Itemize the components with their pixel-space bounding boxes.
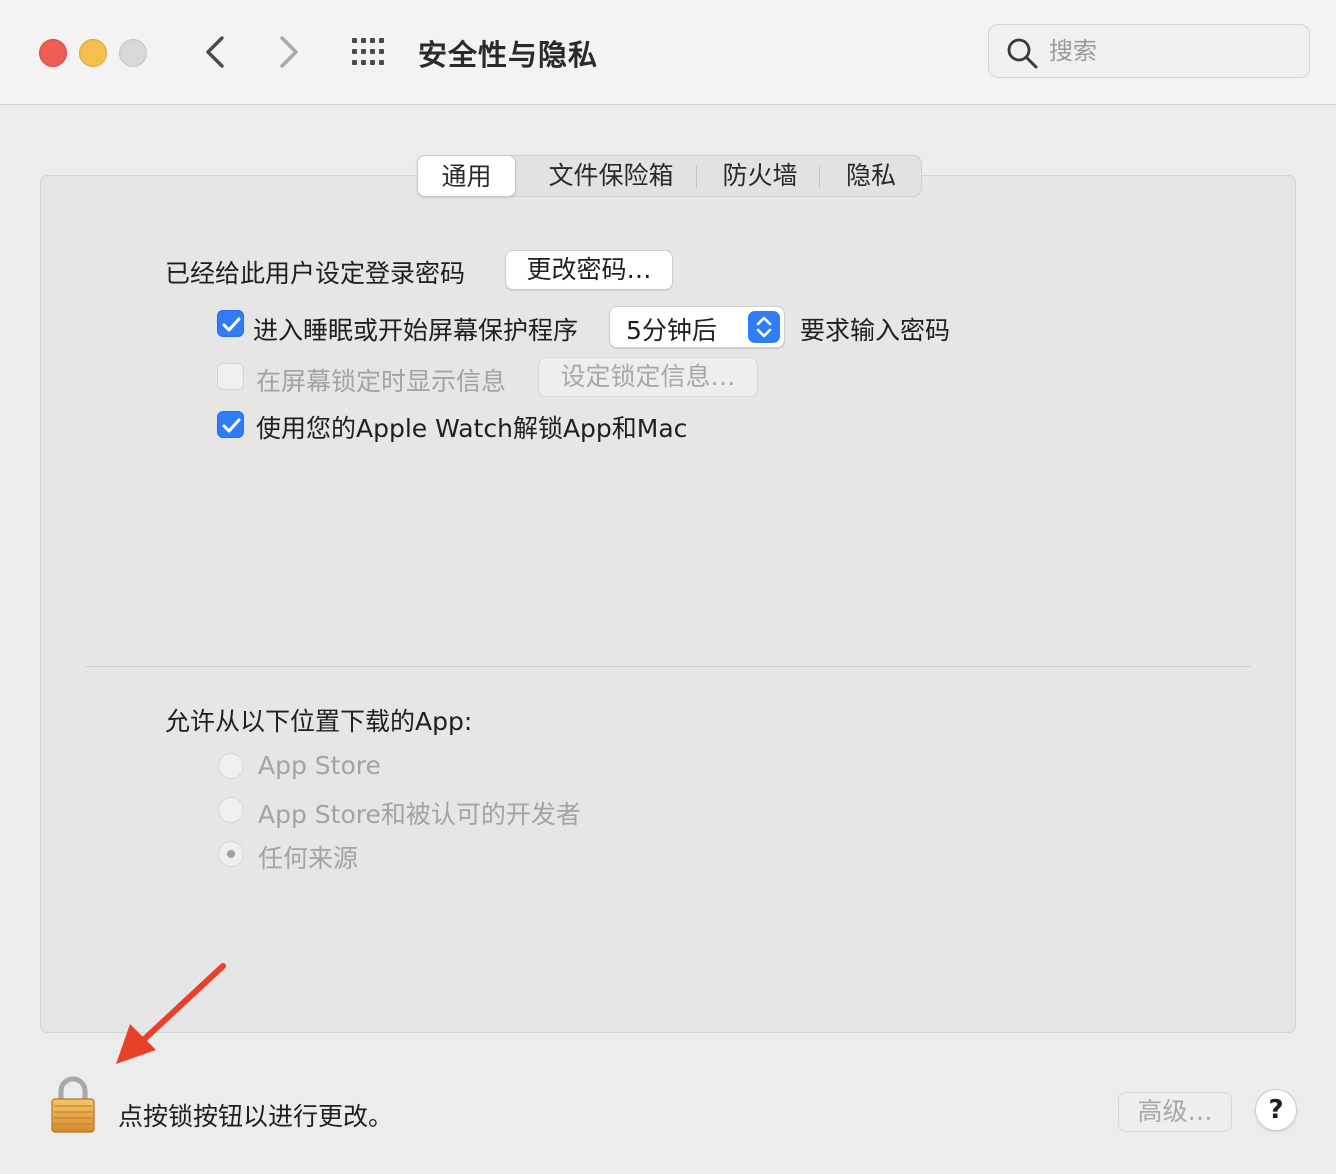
set-lock-message-button[interactable]: 设定锁定信息… — [538, 357, 758, 397]
advanced-button[interactable]: 高级… — [1118, 1092, 1232, 1132]
tab-separator — [819, 166, 820, 188]
section-divider — [86, 666, 1251, 667]
password-set-label: 已经给此用户设定登录密码 — [165, 259, 466, 288]
show-message-checkbox[interactable] — [217, 363, 244, 390]
help-button[interactable]: ? — [1255, 1089, 1297, 1131]
change-password-button[interactable]: 更改密码… — [505, 250, 673, 290]
tab-general[interactable]: 通用 — [417, 155, 516, 197]
window-title: 安全性与隐私 — [418, 38, 599, 72]
show-message-label: 在屏幕锁定时显示信息 — [256, 367, 507, 396]
chevron-right-icon — [280, 36, 298, 68]
checkmark-icon — [222, 418, 241, 433]
require-password-checkbox[interactable] — [217, 310, 244, 337]
lock-hint-text: 点按锁按钮以进行更改。 — [118, 1102, 394, 1131]
tab-firewall[interactable]: 防火墙 — [704, 156, 816, 196]
zoom-window-button[interactable] — [119, 39, 147, 67]
lock-icon[interactable] — [48, 1076, 98, 1134]
settings-panel — [40, 175, 1296, 1033]
checkmark-icon — [222, 317, 241, 332]
search-icon — [1007, 38, 1038, 69]
radio-anywhere[interactable] — [218, 841, 244, 867]
search-field[interactable] — [988, 24, 1310, 78]
close-window-button[interactable] — [39, 39, 67, 67]
radio-app-store-identified[interactable] — [218, 797, 244, 823]
password-delay-value: 5分钟后 — [626, 316, 717, 345]
apple-watch-label: 使用您的Apple Watch解锁App和Mac — [256, 414, 688, 443]
apple-watch-checkbox[interactable] — [217, 411, 244, 438]
up-down-chevron-icon — [756, 316, 772, 338]
tab-bar: 通用 文件保险箱 防火墙 隐私 — [417, 155, 922, 197]
tab-privacy[interactable]: 隐私 — [824, 156, 918, 196]
search-input[interactable] — [1049, 34, 1289, 68]
annotation-arrow-icon — [116, 963, 226, 1064]
radio-anywhere-label: 任何来源 — [258, 844, 359, 873]
radio-app-store-identified-label: App Store和被认可的开发者 — [258, 800, 581, 829]
chevron-left-icon — [206, 36, 224, 68]
radio-selected-dot — [227, 850, 235, 858]
back-button[interactable] — [196, 30, 236, 74]
tab-separator — [696, 166, 697, 188]
minimize-window-button[interactable] — [79, 39, 107, 67]
title-bar: 安全性与隐私 — [0, 0, 1336, 105]
require-password-suffix: 要求输入密码 — [800, 316, 951, 345]
downloads-heading: 允许从以下位置下载的App: — [165, 707, 473, 736]
grid-icon — [352, 38, 384, 65]
tab-filevault[interactable]: 文件保险箱 — [526, 156, 696, 196]
forward-button[interactable] — [268, 30, 308, 74]
show-all-button[interactable] — [350, 36, 390, 68]
radio-app-store-label: App Store — [258, 751, 381, 780]
password-delay-popup[interactable]: 5分钟后 — [609, 306, 785, 348]
popup-stepper — [748, 311, 780, 343]
require-password-label: 进入睡眠或开始屏幕保护程序 — [253, 316, 579, 345]
radio-app-store[interactable] — [218, 753, 244, 779]
